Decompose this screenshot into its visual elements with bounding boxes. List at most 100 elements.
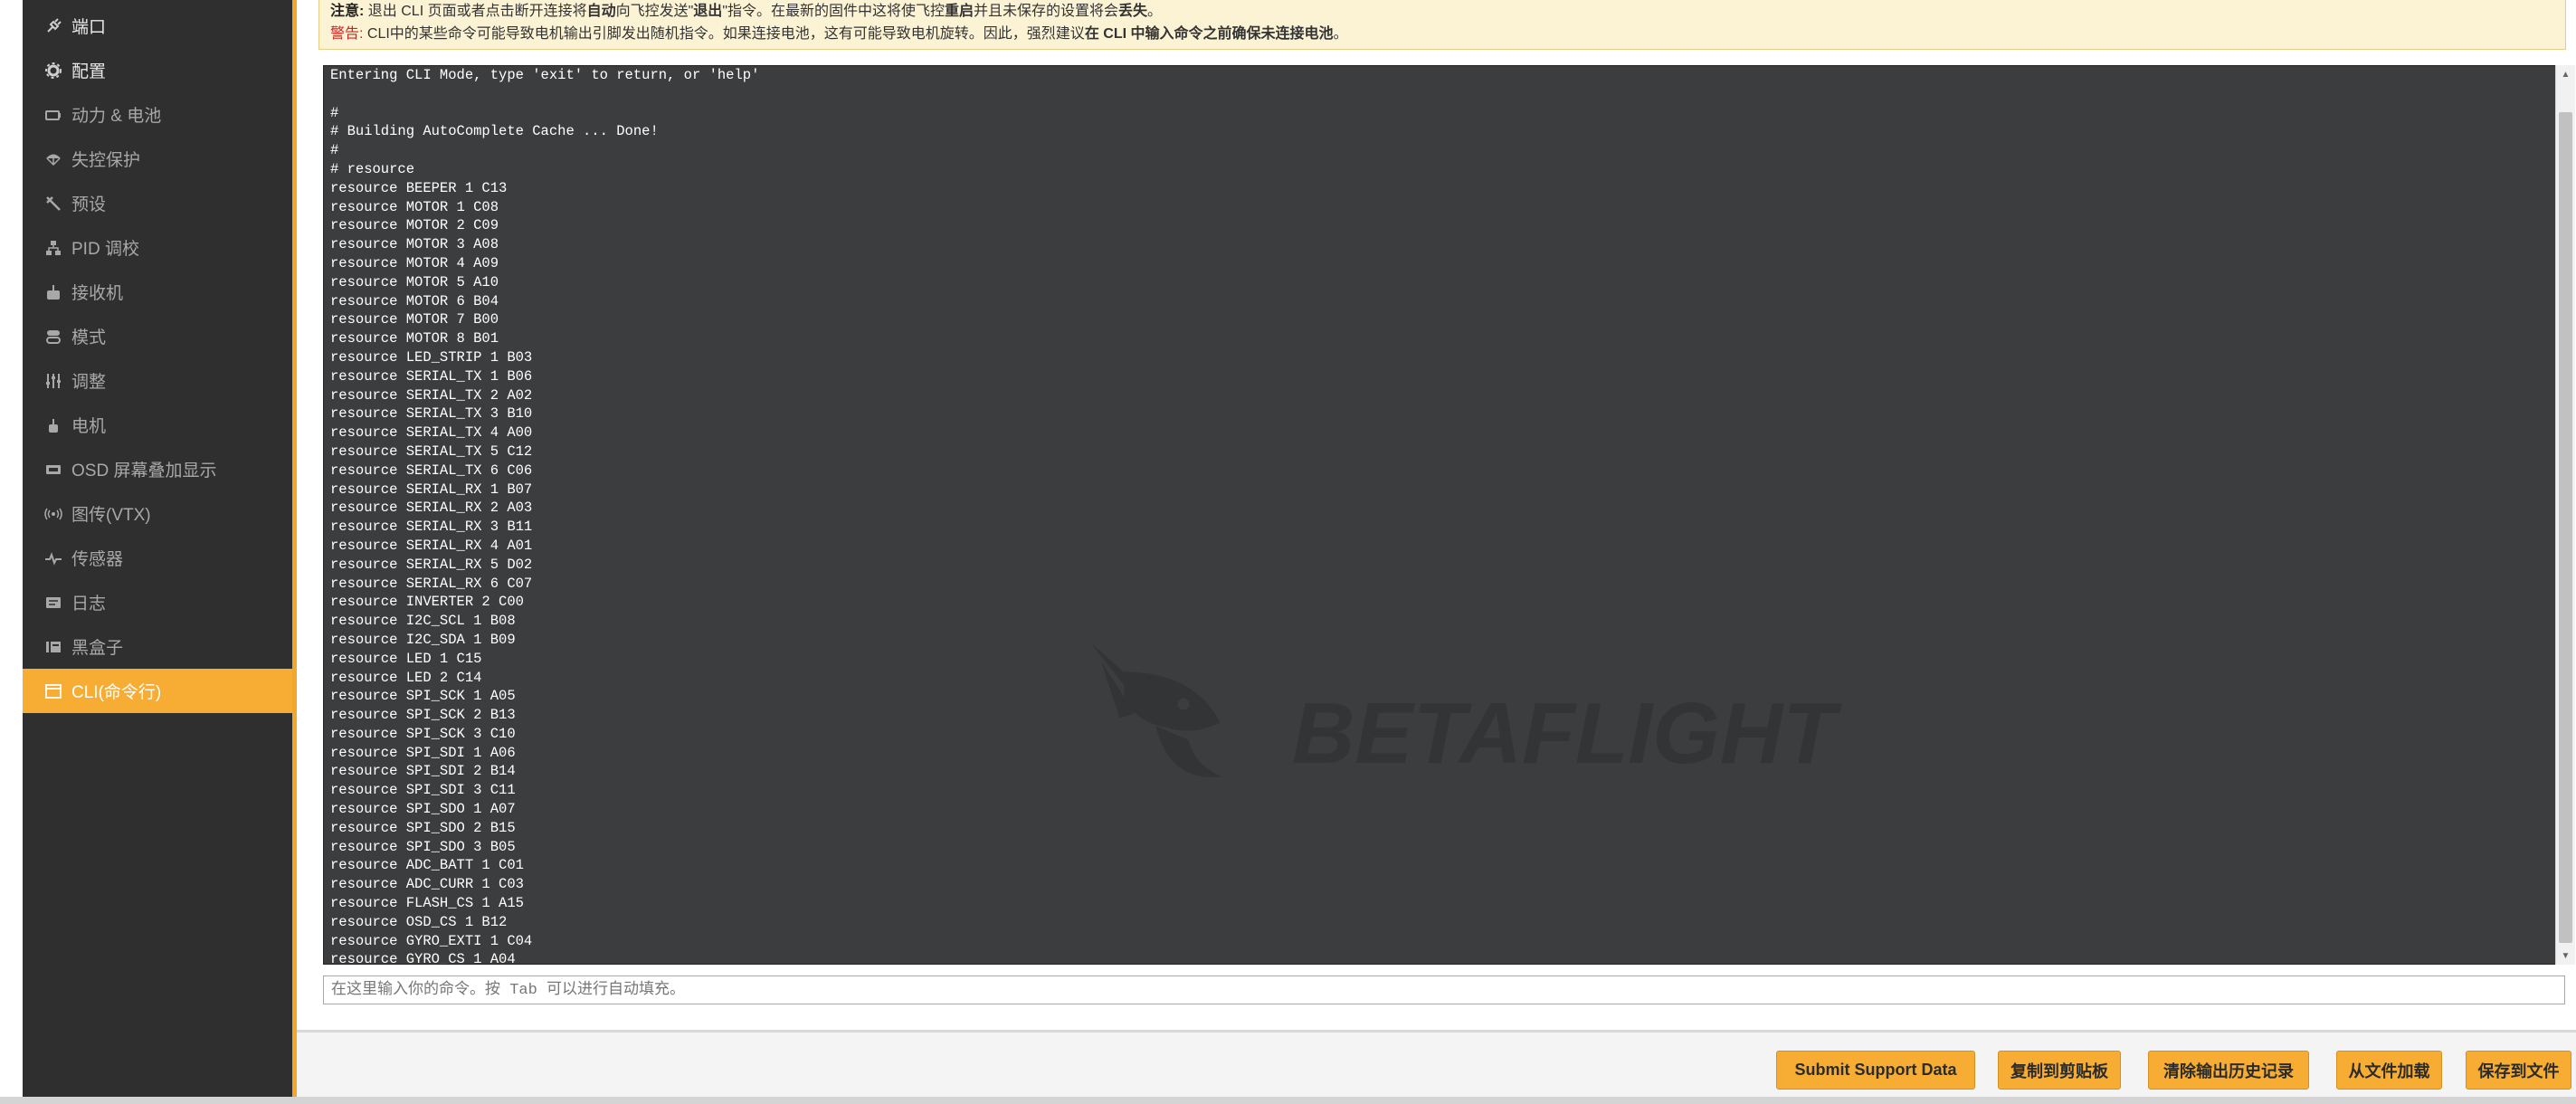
console-line: Entering CLI Mode, type 'exit' to return… [330,67,760,83]
sidebar-item-receiver[interactable]: 接收机 [23,270,292,314]
sidebar-item-label: 预设 [71,195,107,214]
console-line: resource GYRO_EXTI 1 C04 [330,932,533,949]
status-bar [0,1097,2576,1104]
console-line: # resource [330,160,415,177]
console-line: resource SERIAL_RX 3 B11 [330,519,533,536]
sidebar-item-label: 端口 [71,18,107,37]
blackbox-icon [43,636,64,658]
sidebar-item-label: 日志 [71,595,107,614]
sidebar-item-power-battery[interactable]: 动力 & 电池 [23,92,292,137]
receiver-icon [43,281,64,303]
gear-icon [43,60,64,81]
sidebar-item-label: 调整 [71,373,107,392]
left-gutter [0,0,23,1104]
console-line: resource SERIAL_TX 2 A02 [330,386,533,404]
console-line: resource ADC_CURR 1 C03 [330,876,524,893]
console-line: resource MOTOR 5 A10 [330,273,499,290]
notice-line: 注意: 退出 CLI 页面或者点击断开连接将自动向飞控发送"退出"指令。在最新的… [330,0,2554,23]
note-label: 注意: [330,4,365,19]
sidebar-item-osd[interactable]: OSD 屏幕叠加显示 [23,447,292,491]
console-line: resource MOTOR 8 B01 [330,330,499,347]
scroll-up-arrow-icon[interactable]: ▲ [2556,65,2575,83]
sensor-icon [43,547,64,569]
warning-text: CLI中的某些命令可能导致电机输出引脚发出随机指令。如果连接电池，这有可能导致电… [363,26,1085,42]
console-line: resource SPI_SDO 2 B15 [330,819,516,836]
console-line: # Building AutoComplete Cache ... Done! [330,123,659,140]
scroll-thumb[interactable] [2559,112,2572,943]
sidebar-item-label: 黑盒子 [71,639,124,658]
console-line: resource SERIAL_RX 4 A01 [330,537,533,554]
sidebar-item-label: 配置 [71,62,107,81]
plug-icon [43,15,64,37]
parachute-icon [43,148,64,170]
sidebar-item-pid-tuning[interactable]: PID 调校 [23,225,292,270]
console-line: resource MOTOR 2 C09 [330,217,499,234]
sidebar-item-configuration[interactable]: 配置 [23,48,292,92]
sidebar-item-label: OSD 屏幕叠加显示 [71,462,217,481]
console-line: resource I2C_SDA 1 B09 [330,631,516,648]
tools-icon [43,193,64,214]
cli-output-console[interactable]: BETAFLIGHT Entering CLI Mode, type 'exit… [323,65,2565,965]
note-bold: 自动 [586,4,616,19]
console-line: # [330,104,339,121]
console-line: resource LED_STRIP 1 B03 [330,348,533,366]
save-to-file-button[interactable]: 保存到文件 [2466,1051,2571,1090]
warning-line: 警告: CLI中的某些命令可能导致电机输出引脚发出随机指令。如果连接电池，这有可… [330,23,2554,45]
console-line: resource SERIAL_RX 6 C07 [330,575,533,592]
footer-toolbar: Submit Support Data 复制到剪贴板 清除输出历史记录 从文件加… [297,1030,2576,1104]
console-line: resource SERIAL_TX 4 A00 [330,424,533,442]
sidebar-item-cli[interactable]: CLI(命令行) [23,669,297,713]
clear-output-history-button[interactable]: 清除输出历史记录 [2148,1051,2309,1090]
motor-icon [43,414,64,436]
warning-bold: 在 CLI 中输入命令之前确保未连接电池 [1084,26,1334,42]
console-line: resource SERIAL_TX 6 C06 [330,462,533,479]
sidebar-item-presets[interactable]: 预设 [23,181,292,225]
note-text: 退出 CLI 页面或者点击断开连接将 [364,4,587,19]
sidebar-item-sensors[interactable]: 传感器 [23,536,292,580]
console-line: resource SPI_SDI 2 B14 [330,763,516,780]
sidebar-item-ports[interactable]: 端口 [23,4,292,48]
console-line: resource MOTOR 3 A08 [330,236,499,253]
console-line: resource SERIAL_TX 1 B06 [330,367,533,385]
note-text: 。 [1147,4,1163,19]
console-line: resource SPI_SCK 3 C10 [330,725,516,742]
scroll-down-arrow-icon[interactable]: ▼ [2556,947,2575,965]
load-from-file-button[interactable]: 从文件加载 [2336,1051,2442,1090]
warning-label: 警告: [330,26,364,42]
sidebar-item-label: 接收机 [71,284,124,303]
console-line: resource SERIAL_TX 3 B10 [330,405,533,423]
sliders-icon [43,370,64,392]
sidebar-item-adjustments[interactable]: 调整 [23,358,292,403]
submit-support-data-button[interactable]: Submit Support Data [1776,1051,1975,1090]
console-line: resource SERIAL_TX 5 C12 [330,443,533,460]
console-line: # [330,142,339,159]
console-line: resource GYRO_CS 1 A04 [330,951,516,965]
sidebar-item-vtx[interactable]: 图传(VTX) [23,491,292,536]
sidebar-item-label: 电机 [71,417,107,436]
console-line: resource SERIAL_RX 5 D02 [330,556,533,573]
watermark-text: BETAFLIGHT [1292,685,1842,782]
console-line: resource SERIAL_RX 1 B07 [330,481,533,498]
sidebar-item-label: 动力 & 电池 [71,107,162,126]
console-scrollbar[interactable]: ▲ ▼ [2555,65,2575,965]
sidebar-item-label: 模式 [71,328,107,347]
sidebar-item-blackbox[interactable]: 黑盒子 [23,624,292,669]
sidebar-item-logging[interactable]: 日志 [23,580,292,624]
console-line: resource MOTOR 6 B04 [330,292,499,309]
console-line: resource MOTOR 1 C08 [330,198,499,215]
cli-command-input[interactable] [323,976,2565,1004]
sidebar-item-label: 图传(VTX) [71,506,151,525]
console-line: resource LED 1 C15 [330,650,482,667]
sidebar-item-label: PID 调校 [71,240,139,259]
console-line: resource SPI_SDI 1 A06 [330,744,516,761]
console-line: resource SPI_SCK 1 A05 [330,688,516,705]
note-bold: 退出 [693,4,723,19]
note-bold: 重启 [945,4,974,19]
console-line: resource FLASH_CS 1 A15 [330,895,524,912]
sidebar-item-modes[interactable]: 模式 [23,314,292,358]
sidebar-item-motors[interactable]: 电机 [23,403,292,447]
osd-icon [43,459,64,481]
copy-to-clipboard-button[interactable]: 复制到剪贴板 [1998,1051,2121,1090]
sidebar-item-failsafe[interactable]: 失控保护 [23,137,292,181]
